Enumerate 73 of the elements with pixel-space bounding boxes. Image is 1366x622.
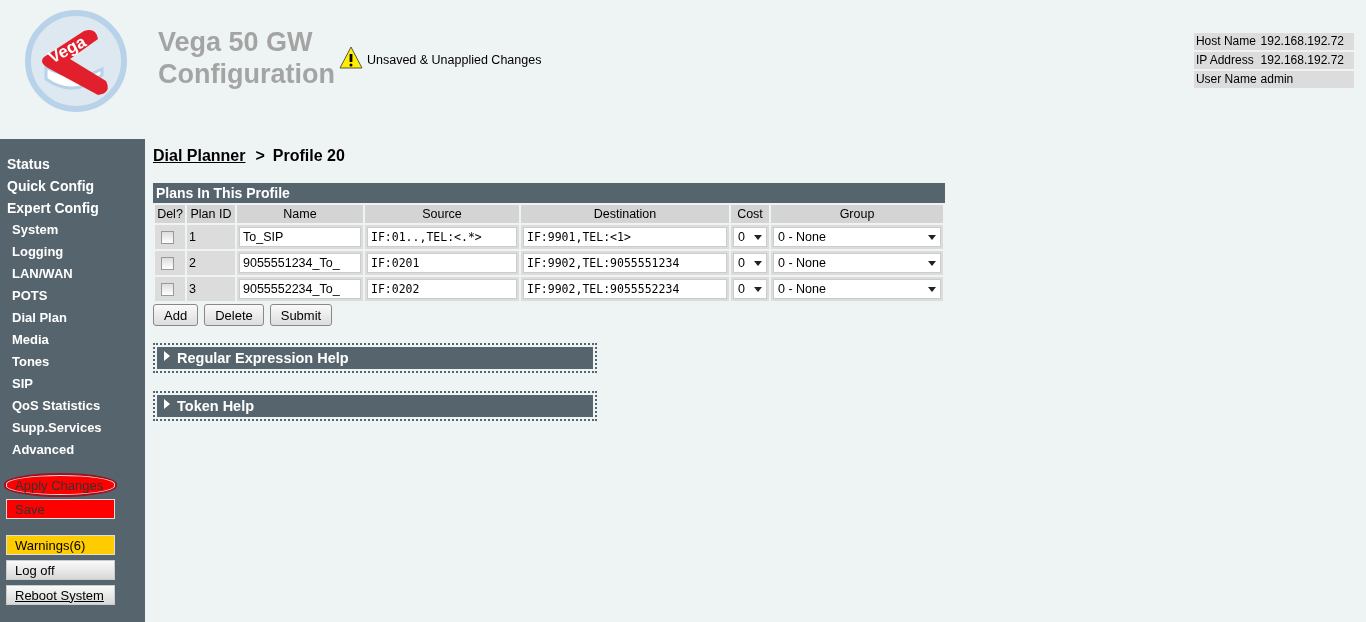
table-cell: 1 (187, 225, 235, 249)
help-section-header[interactable]: Token Help (157, 395, 593, 417)
delete-checkbox[interactable] (161, 257, 174, 271)
expand-arrow-icon (163, 350, 171, 361)
source-field[interactable]: IF:0201 (367, 253, 517, 273)
nav-link[interactable]: Supp.Services (12, 417, 102, 439)
cost-dropdown[interactable]: 0 (733, 253, 767, 273)
dropdown-caret-icon (754, 286, 762, 292)
info-label: Host Name (1193, 33, 1259, 50)
name-field[interactable]: To_SIP (239, 227, 361, 247)
destination-field[interactable]: IF:9901,TEL:<1> (523, 227, 727, 247)
unsaved-changes-notice: Unsaved & Unapplied Changes (366, 53, 542, 67)
delete-checkbox[interactable] (161, 283, 174, 297)
nav-link[interactable]: Advanced (12, 439, 75, 461)
nav-link[interactable]: System (12, 219, 59, 241)
cost-dropdown[interactable]: 0 (733, 279, 767, 299)
nav-link[interactable]: Logging (12, 241, 64, 263)
sidebar-button[interactable]: Log off (6, 560, 115, 580)
table-title: Plans In This Profile (153, 183, 945, 204)
column-header: Cost (731, 205, 769, 223)
sidebar-button[interactable]: Reboot System (6, 585, 115, 605)
help-section-header[interactable]: Regular Expression Help (157, 347, 593, 369)
info-label: IP Address (1193, 52, 1259, 69)
nav-link[interactable]: POTS (12, 285, 48, 307)
info-value: 192.168.192.72 (1258, 52, 1354, 69)
nav-link[interactable]: Dial Plan (12, 307, 67, 329)
group-dropdown[interactable]: 0 - None (773, 253, 941, 273)
name-field[interactable]: 9055552234_To_ (239, 279, 361, 299)
dropdown-caret-icon (754, 234, 762, 240)
nav-link[interactable]: Quick Config (7, 175, 95, 197)
table-cell: 2 (187, 251, 235, 275)
nav-link[interactable]: Expert Config (7, 197, 99, 219)
dropdown-caret-icon (928, 286, 936, 292)
nav-link[interactable]: Media (12, 329, 49, 351)
destination-field[interactable]: IF:9902,TEL:9055552234 (523, 279, 727, 299)
column-header: Destination (521, 205, 729, 223)
action-button[interactable]: Submit (269, 304, 333, 326)
nav-link[interactable]: LAN/WAN (12, 263, 73, 285)
breadcrumb-separator: > (255, 147, 265, 164)
column-header: Del? (155, 205, 185, 223)
column-header: Plan ID (187, 205, 235, 223)
info-label: User Name (1193, 71, 1259, 88)
action-button[interactable]: Delete (204, 304, 264, 326)
nav-link[interactable]: Status (7, 153, 50, 175)
product-title: Vega 50 GW (158, 26, 314, 58)
column-header: Name (237, 205, 363, 223)
column-header: Source (365, 205, 519, 223)
sidebar-button[interactable]: Warnings(6) (6, 535, 115, 555)
breadcrumb-link[interactable]: Dial Planner (153, 147, 246, 164)
expand-arrow-icon (163, 398, 171, 409)
group-dropdown[interactable]: 0 - None (773, 227, 941, 247)
name-field[interactable]: 9055551234_To_ (239, 253, 361, 273)
cost-dropdown[interactable]: 0 (733, 227, 767, 247)
product-title: Configuration (158, 58, 335, 90)
nav-link[interactable]: QoS Statistics (12, 395, 101, 417)
nav-link[interactable]: SIP (12, 373, 33, 395)
action-button[interactable]: Add (153, 304, 199, 326)
column-header: Group (771, 205, 943, 223)
group-dropdown[interactable]: 0 - None (773, 279, 941, 299)
logo-icon: Vega (24, 9, 128, 113)
destination-field[interactable]: IF:9902,TEL:9055551234 (523, 253, 727, 273)
delete-checkbox[interactable] (161, 231, 174, 245)
dropdown-caret-icon (928, 234, 936, 240)
source-field[interactable]: IF:01..,TEL:<.*> (367, 227, 517, 247)
nav-link[interactable]: Tones (12, 351, 50, 373)
dropdown-caret-icon (928, 260, 936, 266)
info-value: 192.168.192.72 (1258, 33, 1354, 50)
dropdown-caret-icon (754, 260, 762, 266)
warning-icon (338, 46, 363, 70)
breadcrumb-current: Profile 20 (272, 147, 345, 164)
table-cell: 3 (187, 277, 235, 301)
info-value: admin (1258, 71, 1354, 88)
source-field[interactable]: IF:0202 (367, 279, 517, 299)
